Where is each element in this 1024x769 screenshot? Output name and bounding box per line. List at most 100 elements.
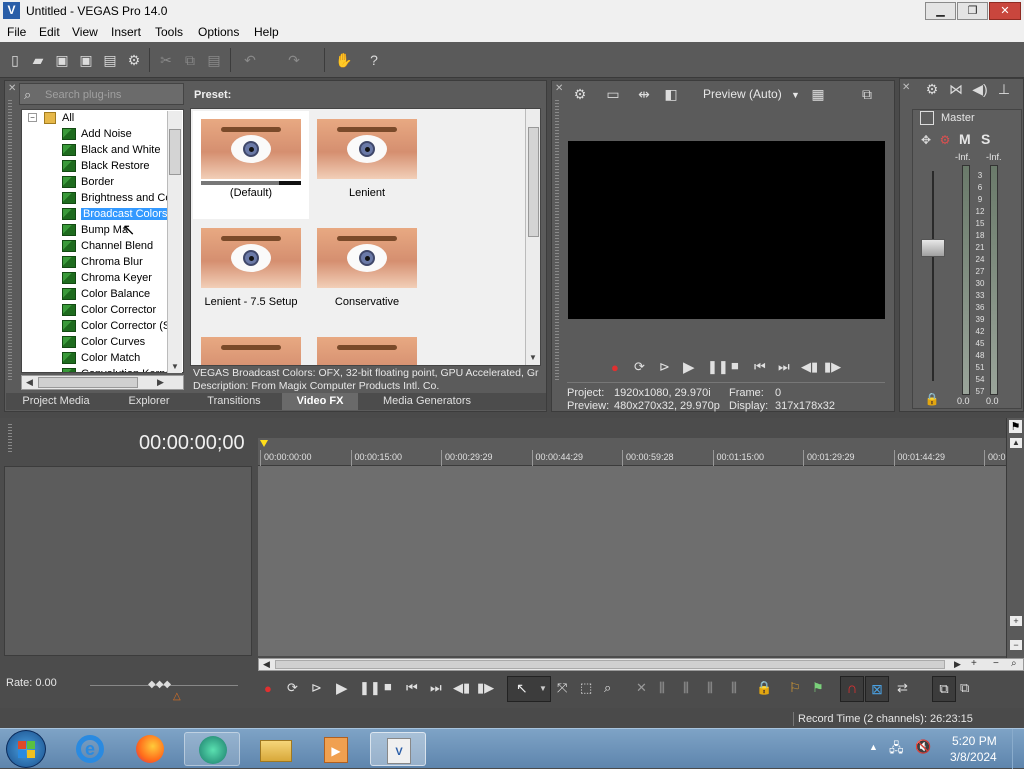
menu-insert[interactable]: Insert bbox=[111, 25, 141, 39]
show-desktop-button[interactable] bbox=[1012, 729, 1024, 769]
menu-options[interactable]: Options bbox=[198, 25, 239, 39]
undo-icon[interactable]: ↶ bbox=[240, 50, 260, 70]
play-icon[interactable]: ▶ bbox=[683, 358, 695, 376]
plugin-item[interactable]: Chroma Keyer bbox=[62, 272, 152, 288]
selection-tool-icon[interactable]: ⬚ bbox=[580, 680, 592, 696]
internet-explorer-icon[interactable]: e bbox=[62, 732, 118, 766]
preset-conservative[interactable]: Conservative bbox=[309, 220, 425, 328]
zoom-tool-icon[interactable]: ⌕ bbox=[604, 680, 611, 696]
marker-flag-icon[interactable]: ⚑ bbox=[1009, 420, 1022, 433]
clock-date[interactable]: 3/8/2024 bbox=[950, 750, 997, 764]
volume-fader[interactable] bbox=[921, 239, 945, 257]
normal-edit-tool[interactable]: ↖ ▼ bbox=[507, 676, 551, 702]
project-properties-icon[interactable]: ⚙ bbox=[570, 84, 590, 104]
record-icon[interactable]: ● bbox=[264, 681, 272, 696]
video-fx-icon[interactable]: ◧ bbox=[661, 84, 681, 104]
redo-icon[interactable]: ↷ bbox=[284, 50, 304, 70]
start-button[interactable] bbox=[6, 730, 46, 768]
zoom-in-vertical-icon[interactable]: + bbox=[1010, 616, 1022, 626]
previous-frame-icon[interactable]: ◀▮ bbox=[801, 359, 818, 375]
vegas-pro-taskbar-icon[interactable]: V bbox=[370, 732, 426, 766]
search-plugins-field[interactable]: ⌕ Search plug-ins bbox=[19, 83, 184, 105]
render-icon[interactable]: ▤ bbox=[100, 50, 120, 70]
plugin-item[interactable]: Color Corrector bbox=[62, 304, 156, 320]
save-icon[interactable]: ▣ bbox=[52, 50, 72, 70]
maximize-button[interactable]: ❐ bbox=[957, 2, 988, 20]
envelope-tool-icon[interactable]: ⤧ bbox=[557, 680, 567, 696]
plugin-item[interactable]: Chroma Blur bbox=[62, 256, 143, 272]
file-explorer-icon[interactable] bbox=[248, 732, 304, 766]
pause-icon[interactable]: ❚❚ bbox=[359, 680, 381, 696]
plugin-item[interactable]: Channel Blend bbox=[62, 240, 153, 256]
loop-playback-icon[interactable]: ⟳ bbox=[634, 359, 645, 375]
plugin-item[interactable]: Black and White bbox=[62, 144, 160, 160]
preset-extra[interactable] bbox=[309, 329, 425, 365]
preset-scrollbar[interactable]: ▼ bbox=[525, 109, 540, 365]
tab-project-media[interactable]: Project Media bbox=[10, 393, 102, 410]
new-project-icon[interactable]: ▯ bbox=[5, 50, 25, 70]
cut-icon[interactable]: ✂ bbox=[156, 50, 176, 70]
solo-button[interactable]: S bbox=[981, 131, 990, 147]
lock-icon[interactable]: 🔒 bbox=[922, 389, 942, 409]
insert-bus-icon[interactable]: ⊥ bbox=[994, 79, 1014, 99]
rate-slider-thumb[interactable]: ◆◆◆ bbox=[148, 679, 171, 690]
insert-marker-icon[interactable]: ⚐ bbox=[789, 680, 801, 696]
loop-playback-icon[interactable]: ⟳ bbox=[287, 680, 298, 696]
menu-file[interactable]: File bbox=[7, 25, 26, 39]
trim-icon[interactable]: ⫼ bbox=[659, 680, 665, 696]
timeline-ruler[interactable]: 00:00:00:00 00:00:15:00 00:00:29:29 00:00:4… bbox=[258, 438, 1006, 466]
previous-frame-icon[interactable]: ◀▮ bbox=[453, 680, 470, 696]
show-hidden-icons-icon[interactable]: ▲ bbox=[869, 742, 878, 752]
plugin-tree-hscrollbar[interactable]: ◀ ▶ bbox=[21, 375, 184, 390]
plugin-item[interactable]: Add Noise bbox=[62, 128, 132, 144]
plugin-tree-scrollbar[interactable]: ▼ bbox=[167, 111, 182, 373]
pause-icon[interactable]: ❚❚ bbox=[707, 359, 729, 375]
downmix-icon[interactable]: ⋈ bbox=[946, 79, 966, 99]
trim-start-icon[interactable]: ⫼ bbox=[683, 680, 689, 696]
close-button[interactable]: ✕ bbox=[989, 2, 1021, 20]
insert-region-icon[interactable]: ⚑ bbox=[812, 680, 824, 696]
preset-default[interactable]: (Default) bbox=[193, 111, 309, 219]
menu-help[interactable]: Help bbox=[254, 25, 279, 39]
record-icon[interactable]: ● bbox=[611, 360, 619, 375]
external-monitor-icon[interactable]: ▭ bbox=[603, 84, 623, 104]
zoom-in-icon[interactable]: + bbox=[971, 658, 977, 669]
lock-envelopes-icon[interactable]: ⧉ bbox=[932, 676, 956, 702]
plugin-item[interactable]: Border bbox=[62, 176, 114, 192]
plugin-item[interactable]: Color Corrector (S bbox=[62, 320, 170, 336]
trim-end-icon[interactable]: ⫼ bbox=[707, 680, 713, 696]
preset-lenient[interactable]: Lenient bbox=[309, 111, 425, 219]
ignore-grouping-icon[interactable]: ⧉ bbox=[960, 680, 969, 696]
close-panel-icon[interactable]: ✕ bbox=[555, 83, 563, 94]
network-icon[interactable]: 🖧 bbox=[889, 739, 904, 761]
plugin-item[interactable]: Color Balance bbox=[62, 288, 150, 304]
open-folder-icon[interactable]: ▰ bbox=[28, 50, 48, 70]
timeline-tracks[interactable] bbox=[258, 466, 1006, 656]
volume-muted-icon[interactable]: 🔇 bbox=[915, 739, 931, 755]
timeline-vscroll[interactable]: ⚑ ▲ + − bbox=[1006, 418, 1024, 658]
go-to-end-icon[interactable]: ⏭ bbox=[430, 680, 442, 696]
tab-explorer[interactable]: Explorer bbox=[104, 393, 194, 410]
zoom-out-vertical-icon[interactable]: − bbox=[1010, 640, 1022, 650]
plugin-item[interactable]: Color Match bbox=[62, 352, 140, 368]
menu-edit[interactable]: Edit bbox=[39, 25, 60, 39]
tree-root-all[interactable]: All bbox=[62, 112, 74, 124]
zoom-out-icon[interactable]: − bbox=[993, 658, 999, 669]
tab-video-fx[interactable]: Video FX bbox=[282, 393, 358, 410]
master-checkbox[interactable] bbox=[920, 111, 934, 125]
delete-icon[interactable]: ✕ bbox=[636, 680, 647, 696]
media-player-icon[interactable] bbox=[184, 732, 240, 766]
mixer-properties-icon[interactable]: ⚙ bbox=[922, 79, 942, 99]
plugin-item[interactable]: Broadcast Colors bbox=[62, 208, 170, 224]
next-frame-icon[interactable]: ▮▶ bbox=[824, 359, 841, 375]
go-to-start-icon[interactable]: ⏮ bbox=[754, 359, 766, 375]
preview-quality-dropdown[interactable]: Preview (Auto) ▼ bbox=[703, 87, 800, 101]
timeline-hscroll[interactable]: ◀ ▶ + − ⌕ bbox=[258, 658, 1024, 671]
stop-icon[interactable]: ■ bbox=[731, 358, 739, 373]
lock-icon[interactable]: 🔒 bbox=[756, 680, 772, 696]
pan-icon[interactable]: ✥ bbox=[916, 130, 936, 150]
split-screen-icon[interactable]: ⇹ bbox=[634, 84, 654, 104]
go-to-end-icon[interactable]: ⏭ bbox=[778, 359, 790, 375]
mute-button[interactable]: M bbox=[959, 131, 971, 147]
stop-icon[interactable]: ■ bbox=[384, 679, 392, 694]
